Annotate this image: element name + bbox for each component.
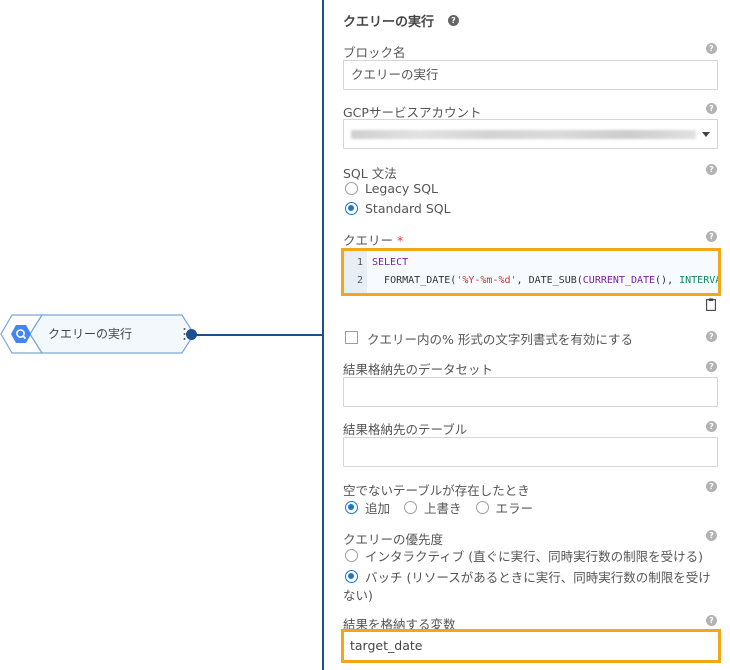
node-label: クエリーの実行 <box>48 327 133 341</box>
dest-dataset-input[interactable] <box>343 377 718 407</box>
radio-button-selected[interactable] <box>345 501 358 514</box>
dest-table-label: 結果格納先のテーブル <box>343 422 468 437</box>
sql-keyword: INTERVA <box>679 275 721 286</box>
query-label: クエリー * <box>343 230 403 249</box>
block-name-label: ブロック名 <box>343 45 406 60</box>
help-icon[interactable]: ? <box>706 103 717 114</box>
radio-label: インタラクティブ (直ぐに実行、同時実行数の制限を受ける) <box>365 549 703 564</box>
block-name-input[interactable]: クエリーの実行 <box>343 60 718 90</box>
sql-keyword: SELECT <box>372 257 409 268</box>
help-icon[interactable]: ? <box>706 164 717 175</box>
radio-batch[interactable]: バッチ (リソースがあるときに実行、同時実行数の制限を受け <box>345 567 711 586</box>
help-icon[interactable]: ? <box>706 331 717 342</box>
sql-function: FORMAT_DATE <box>384 275 451 286</box>
clipboard-icon[interactable] <box>706 298 716 311</box>
radio-button[interactable] <box>345 182 358 195</box>
radio-label-continued: ない) <box>343 588 373 603</box>
radio-label: 追加 <box>365 501 391 516</box>
help-icon[interactable]: ? <box>706 421 717 432</box>
non-empty-table-label: 空でないテーブルが存在したとき <box>343 483 530 498</box>
gcp-account-select[interactable] <box>343 119 718 149</box>
radio-label: Legacy SQL <box>365 181 439 196</box>
query-label-text: クエリー <box>343 233 394 248</box>
radio-button-selected[interactable] <box>345 202 358 215</box>
panel-title: クエリーの実行 <box>343 15 435 30</box>
dest-table-input[interactable] <box>343 437 718 467</box>
properties-panel: クエリーの実行 ? ブロック名 ? クエリーの実行 GCPサービスアカウント ?… <box>324 0 730 670</box>
radio-label: エラー <box>495 501 534 516</box>
help-icon[interactable]: ? <box>706 615 717 626</box>
radio-append[interactable]: 追加 <box>345 498 390 517</box>
help-icon[interactable]: ? <box>706 361 717 372</box>
redacted-value <box>351 130 696 139</box>
radio-standard-sql[interactable]: Standard SQL <box>345 201 451 216</box>
code-punct: , <box>516 275 529 286</box>
radio-label: バッチ (リソースがあるときに実行、同時実行数の制限を受け <box>365 570 711 585</box>
dest-dataset-label: 結果格納先のデータセット <box>343 362 494 377</box>
radio-legacy-sql[interactable]: Legacy SQL <box>345 181 438 196</box>
flow-node-run-query[interactable]: クエリーの実行 <box>0 312 200 356</box>
sql-function: DATE_SUB <box>528 275 577 286</box>
chevron-down-icon <box>702 132 710 137</box>
radio-button[interactable] <box>404 501 418 514</box>
help-icon[interactable]: ? <box>706 231 717 242</box>
radio-button[interactable] <box>345 549 358 562</box>
line-number: 2 <box>356 275 363 286</box>
result-variable-input[interactable]: target_date <box>341 629 721 663</box>
format-option-label: クエリー内の% 形式の文字列書式を有効にする <box>367 332 633 347</box>
help-icon[interactable]: ? <box>706 481 717 492</box>
code-line[interactable]: SELECT <box>372 257 408 268</box>
line-number: 1 <box>356 257 363 268</box>
connector-line <box>196 334 323 336</box>
radio-button-selected[interactable] <box>345 570 358 583</box>
required-mark: * <box>397 233 404 248</box>
code-line[interactable]: FORMAT_DATE('%Y-%m-%d', DATE_SUB(CURRENT… <box>372 275 721 286</box>
sql-syntax-label: SQL 文法 <box>343 166 397 181</box>
help-icon[interactable]: ? <box>706 530 717 541</box>
radio-error[interactable]: エラー <box>475 498 534 517</box>
format-option-checkbox[interactable] <box>345 331 358 344</box>
query-code-editor[interactable]: 1 2 SELECT FORMAT_DATE('%Y-%m-%d', DATE_… <box>341 248 721 296</box>
radio-button[interactable] <box>475 501 489 514</box>
help-icon[interactable]: ? <box>706 43 717 54</box>
sql-function: CURRENT_DATE <box>582 275 656 286</box>
radio-interactive[interactable]: インタラクティブ (直ぐに実行、同時実行数の制限を受ける) <box>345 546 703 565</box>
bigquery-icon <box>11 325 31 343</box>
radio-label: Standard SQL <box>365 201 451 216</box>
radio-overwrite[interactable]: 上書き <box>404 498 462 517</box>
flow-canvas[interactable]: クエリーの実行 <box>0 0 323 670</box>
help-icon[interactable]: ? <box>448 15 459 26</box>
sql-string: '%Y-%m-%d' <box>456 275 517 286</box>
radio-label: 上書き <box>424 501 462 516</box>
code-punct: (), <box>655 275 680 286</box>
non-empty-table-options: 追加 上書き エラー <box>345 498 547 517</box>
